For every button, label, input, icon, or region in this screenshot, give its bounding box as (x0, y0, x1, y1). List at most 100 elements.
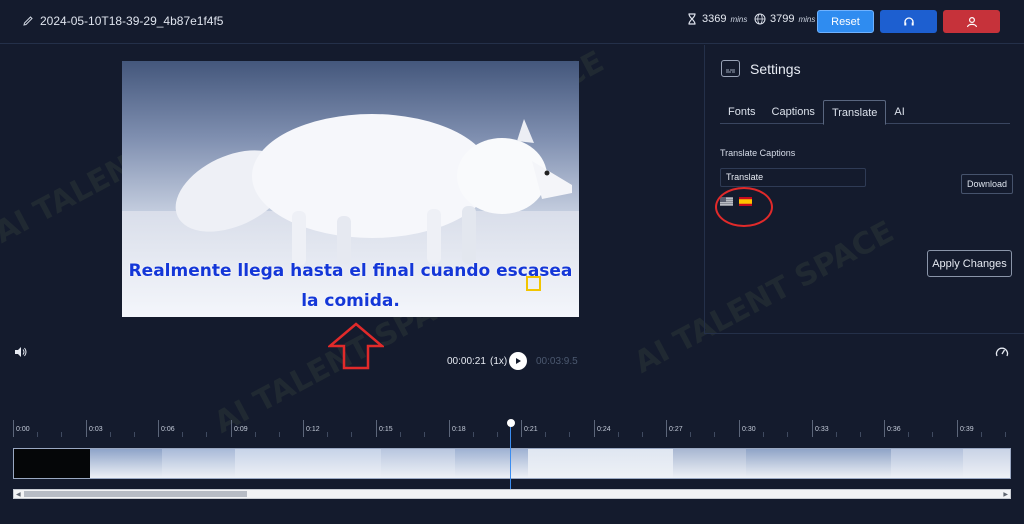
ruler-tick-label: 0:24 (597, 426, 611, 433)
filmstrip-frame (90, 449, 162, 478)
timeline-filmstrip[interactable] (13, 448, 1011, 479)
scroll-left-icon[interactable]: ◀ (16, 491, 21, 498)
ruler-minor-tick (1005, 432, 1006, 437)
settings-panel: Settings Fonts Captions Translate AI Tra… (704, 45, 1024, 334)
ruler-tick-label: 0:21 (524, 426, 538, 433)
filmstrip-frame (528, 449, 673, 478)
ruler-tick-label: 0:33 (815, 426, 829, 433)
ruler-minor-tick (932, 432, 933, 437)
quota-1-value: 3369 (702, 13, 727, 25)
ruler-minor-tick (981, 432, 982, 437)
user-icon (966, 16, 977, 27)
headset-icon (903, 16, 914, 25)
tab-translate[interactable]: Translate (822, 100, 887, 125)
reset-button[interactable]: Reset (817, 10, 874, 33)
playback-speed[interactable]: (1x) (490, 356, 507, 367)
play-icon (516, 358, 521, 364)
timeline-scrollbar[interactable]: ◀ ▶ (13, 489, 1011, 499)
settings-tabs: Fonts Captions Translate AI (720, 100, 1010, 125)
scrollbar-thumb[interactable] (24, 491, 247, 497)
ruler-tick (303, 420, 304, 437)
ruler-tick (521, 420, 522, 437)
quota-remaining-2: 3799 mins (754, 13, 815, 25)
apply-changes-button[interactable]: Apply Changes (927, 250, 1012, 277)
tab-fonts[interactable]: Fonts (720, 100, 764, 124)
play-button[interactable] (509, 352, 527, 370)
annotation-circle (715, 187, 773, 227)
filmstrip-frame (746, 449, 891, 478)
ruler-minor-tick (714, 432, 715, 437)
ruler-minor-tick (279, 432, 280, 437)
ruler-tick (158, 420, 159, 437)
ruler-minor-tick (473, 432, 474, 437)
ruler-minor-tick (37, 432, 38, 437)
ruler-tick (86, 420, 87, 437)
filmstrip-frame (162, 449, 235, 478)
filmstrip-frame (963, 449, 1010, 478)
ruler-minor-tick (424, 432, 425, 437)
ruler-tick (376, 420, 377, 437)
ruler-minor-tick (497, 432, 498, 437)
ruler-tick (13, 420, 14, 437)
scroll-right-icon[interactable]: ▶ (1003, 491, 1008, 498)
playhead-line (510, 423, 511, 489)
playhead-handle[interactable] (507, 419, 515, 427)
tab-ai[interactable]: AI (886, 100, 912, 124)
ruler-tick (957, 420, 958, 437)
ruler-tick-label: 0:12 (306, 426, 320, 433)
ruler-tick (594, 420, 595, 437)
filmstrip-frame (455, 449, 528, 478)
ruler-tick (884, 420, 885, 437)
ruler-tick-label: 0:06 (161, 426, 175, 433)
filmstrip-frame (891, 449, 963, 478)
ruler-minor-tick (690, 432, 691, 437)
caption-line-1: Realmente llega hasta el final cuando es… (128, 261, 573, 281)
video-preview[interactable]: Realmente llega hasta el final cuando es… (122, 61, 579, 317)
arctic-fox-image (175, 114, 572, 266)
filmstrip-frame (235, 449, 381, 478)
file-name-text: 2024-05-10T18-39-29_4b87e1f4f5 (40, 14, 224, 28)
quota-2-value: 3799 (770, 13, 795, 25)
ruler-minor-tick (569, 432, 570, 437)
ruler-minor-tick (351, 432, 352, 437)
caption-overlay[interactable]: Realmente llega hasta el final cuando es… (122, 256, 579, 316)
ruler-minor-tick (642, 432, 643, 437)
ruler-minor-tick (763, 432, 764, 437)
ruler-tick-label: 0:09 (234, 426, 248, 433)
filmstrip-frame (673, 449, 746, 478)
quota-1-unit: mins (730, 14, 748, 24)
top-bar: 2024-05-10T18-39-29_4b87e1f4f5 3369 mins … (0, 0, 1024, 44)
quota-remaining-1: 3369 mins (686, 13, 747, 25)
ruler-tick-label: 0:27 (669, 426, 683, 433)
filmstrip-frame (381, 449, 455, 478)
ruler-tick-label: 0:00 (16, 426, 30, 433)
ruler-tick-label: 0:36 (887, 426, 901, 433)
ruler-minor-tick (182, 432, 183, 437)
tab-captions[interactable]: Captions (764, 100, 823, 124)
ruler-minor-tick (787, 432, 788, 437)
support-button[interactable] (880, 10, 937, 33)
ruler-tick-label: 0:18 (452, 426, 466, 433)
user-button[interactable] (943, 10, 1000, 33)
ruler-tick (812, 420, 813, 437)
subtitles-icon (721, 60, 740, 77)
download-button[interactable]: Download (961, 174, 1013, 194)
file-name[interactable]: 2024-05-10T18-39-29_4b87e1f4f5 (22, 14, 223, 28)
ruler-minor-tick (134, 432, 135, 437)
speedometer-icon[interactable] (995, 346, 1009, 358)
ruler-tick-label: 0:39 (960, 426, 974, 433)
caption-resize-handle[interactable] (526, 276, 541, 291)
ruler-minor-tick (255, 432, 256, 437)
ruler-minor-tick (618, 432, 619, 437)
translate-select[interactable]: Translate (720, 168, 866, 187)
ruler-minor-tick (110, 432, 111, 437)
volume-icon[interactable] (14, 346, 28, 358)
hourglass-icon (688, 13, 696, 25)
ruler-minor-tick (327, 432, 328, 437)
pencil-icon (23, 16, 33, 26)
settings-title: Settings (750, 60, 801, 77)
ruler-minor-tick (908, 432, 909, 437)
ruler-minor-tick (61, 432, 62, 437)
current-time: 00:00:21 (447, 356, 486, 367)
ruler-minor-tick (545, 432, 546, 437)
